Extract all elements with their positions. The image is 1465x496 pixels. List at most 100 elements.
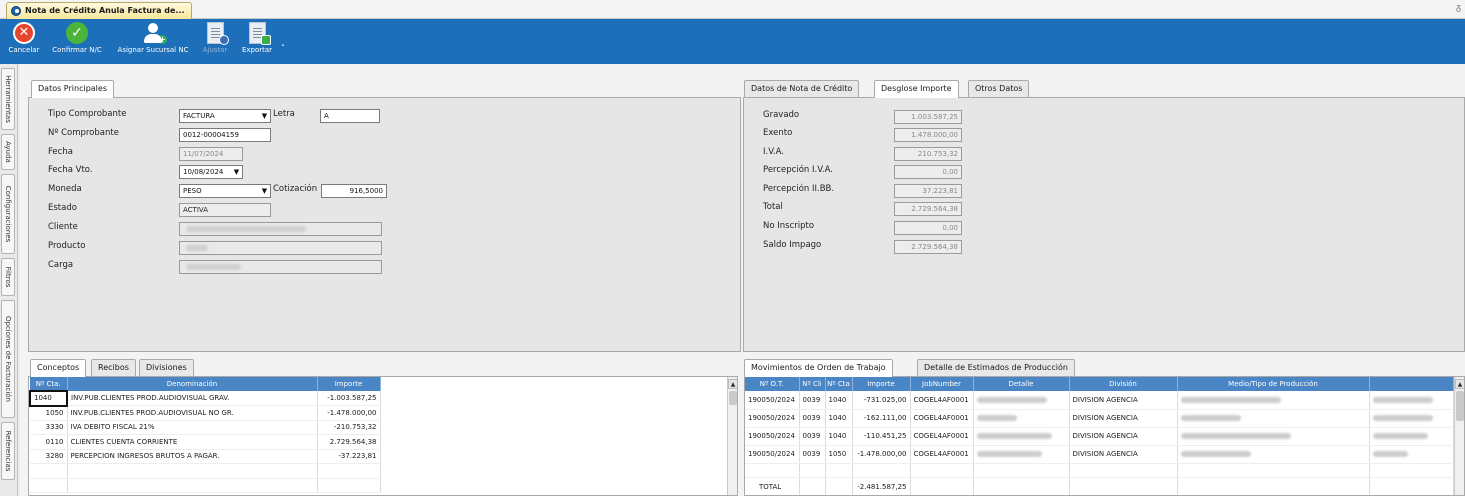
nro-comprobante-field[interactable]: 0012-00004159: [179, 128, 271, 142]
table-cell[interactable]: CLIENTES CUENTA CORRIENTE: [67, 434, 318, 450]
col-importe[interactable]: Importe: [317, 377, 381, 391]
producto-field[interactable]: [179, 241, 382, 255]
scroll-up-icon[interactable]: ▲: [728, 379, 737, 389]
table-row[interactable]: 190050/2024 0039 1050 -1.478.000,00 COGE…: [745, 445, 1454, 464]
conceptos-scrollbar[interactable]: ▲: [727, 377, 737, 495]
fecha-vto-picker[interactable]: 10/08/2024 ▼: [179, 165, 243, 179]
table-cell[interactable]: [973, 445, 1070, 464]
col-extra[interactable]: [1369, 377, 1454, 391]
table-cell[interactable]: -37.223,81: [317, 449, 381, 464]
table-cell[interactable]: COGEL4AF0001: [910, 391, 974, 410]
table-cell[interactable]: 190050/2024: [745, 445, 800, 464]
table-cell[interactable]: 1040: [825, 427, 853, 446]
tab-otros-datos[interactable]: Otros Datos: [968, 80, 1030, 97]
table-cell[interactable]: -110.451,25: [852, 427, 911, 446]
table-cell[interactable]: 1050: [30, 405, 68, 421]
tab-conceptos[interactable]: Conceptos: [30, 359, 87, 377]
table-cell[interactable]: [973, 391, 1070, 410]
table-cell[interactable]: -1.478.000,00: [852, 445, 911, 464]
table-row[interactable]: 3280 PERCEPCION INGRESOS BRUTOS A PAGAR.…: [30, 449, 381, 464]
table-cell[interactable]: INV.PUB.CLIENTES PROD.AUDIOVISUAL GRAV.: [67, 391, 318, 406]
table-cell[interactable]: 190050/2024: [745, 427, 800, 446]
tab-divisiones[interactable]: Divisiones: [139, 359, 194, 376]
table-cell[interactable]: -162.111,00: [852, 409, 911, 428]
table-cell[interactable]: PERCEPCION INGRESOS BRUTOS A PAGAR.: [67, 449, 318, 464]
table-row[interactable]: 190050/2024 0039 1040 -162.111,00 COGEL4…: [745, 409, 1454, 428]
table-cell[interactable]: 2.729.564,38: [317, 434, 381, 450]
col-division[interactable]: División: [1069, 377, 1178, 391]
table-row[interactable]: 190050/2024 0039 1040 -731.025,00 COGEL4…: [745, 391, 1454, 410]
table-cell[interactable]: 3330: [30, 420, 68, 435]
tab-datos-nota-credito[interactable]: Datos de Nota de Crédito: [744, 80, 860, 97]
movimientos-scrollbar[interactable]: ▲: [1454, 377, 1464, 495]
table-cell[interactable]: COGEL4AF0001: [910, 409, 974, 428]
table-cell[interactable]: DIVISION AGENCIA: [1069, 391, 1178, 410]
table-cell[interactable]: 3280: [30, 449, 68, 464]
scroll-thumb[interactable]: [1456, 391, 1464, 421]
table-cell[interactable]: [1369, 445, 1454, 464]
table-cell[interactable]: [1369, 391, 1454, 410]
side-tab-ayuda[interactable]: Ayuda: [1, 134, 15, 170]
side-tab-configuraciones[interactable]: Configuraciones: [1, 174, 15, 254]
tab-movimientos-ot[interactable]: Movimientos de Orden de Trabajo: [744, 359, 893, 377]
side-tab-opciones-facturacion[interactable]: Opciones de Facturación: [1, 300, 15, 418]
table-cell[interactable]: -1.003.587,25: [317, 391, 381, 406]
confirm-nc-button[interactable]: ✓ Confirmar N/C: [49, 22, 105, 62]
table-cell[interactable]: 190050/2024: [745, 391, 800, 410]
table-cell[interactable]: [1177, 409, 1370, 428]
table-cell[interactable]: IVA DEBITO FISCAL 21%: [67, 420, 318, 435]
col-jobnumber[interactable]: JobNumber: [910, 377, 974, 391]
tab-recibos[interactable]: Recibos: [91, 359, 136, 376]
cancel-button[interactable]: ✕ Cancelar: [6, 22, 42, 62]
table-cell[interactable]: 1050: [825, 445, 853, 464]
col-nro-cta[interactable]: Nº Cta: [825, 377, 853, 391]
table-cell[interactable]: DIVISION AGENCIA: [1069, 427, 1178, 446]
table-row[interactable]: [30, 478, 381, 493]
col-nro-cli[interactable]: Nº Cli: [799, 377, 826, 391]
table-cell[interactable]: 0039: [799, 409, 826, 428]
table-cell[interactable]: COGEL4AF0001: [910, 445, 974, 464]
table-cell[interactable]: 190050/2024: [745, 409, 800, 428]
table-cell[interactable]: 1040: [825, 409, 853, 428]
table-cell[interactable]: -1.478.000,00: [317, 405, 381, 421]
table-row[interactable]: [30, 463, 381, 479]
table-cell[interactable]: -210.753,32: [317, 420, 381, 435]
table-cell[interactable]: COGEL4AF0001: [910, 427, 974, 446]
table-cell[interactable]: 0039: [799, 391, 826, 410]
col-detalle[interactable]: Detalle: [973, 377, 1070, 391]
table-cell[interactable]: 0039: [799, 427, 826, 446]
table-cell[interactable]: 0110: [30, 434, 68, 450]
tab-detalle-estimados[interactable]: Detalle de Estimados de Producción: [917, 359, 1075, 376]
pin-icon[interactable]: ᵹ: [1456, 2, 1461, 13]
side-tab-referencias[interactable]: Referencias: [1, 422, 15, 480]
col-nro-ot[interactable]: Nº O.T.: [745, 377, 800, 391]
table-row[interactable]: 190050/2024 0039 1040 -110.451,25 COGEL4…: [745, 427, 1454, 446]
document-tab[interactable]: Nota de Crédito Anula Factura de...: [6, 2, 192, 19]
carga-field[interactable]: [179, 260, 382, 274]
table-row[interactable]: 3330 IVA DEBITO FISCAL 21% -210.753,32: [30, 420, 381, 435]
col-medio-tipo[interactable]: Medio/Tipo de Producción: [1177, 377, 1370, 391]
table-row[interactable]: 1050 INV.PUB.CLIENTES PROD.AUDIOVISUAL N…: [30, 405, 381, 421]
table-cell[interactable]: [973, 427, 1070, 446]
side-tab-herramientas[interactable]: Herramientas: [1, 68, 15, 130]
table-cell[interactable]: [1369, 427, 1454, 446]
table-cell[interactable]: [1177, 445, 1370, 464]
table-cell[interactable]: [1177, 391, 1370, 410]
table-cell[interactable]: 1040: [29, 390, 68, 407]
table-cell[interactable]: [1177, 427, 1370, 446]
table-cell[interactable]: DIVISION AGENCIA: [1069, 409, 1178, 428]
table-cell[interactable]: 0039: [799, 445, 826, 464]
table-row[interactable]: [745, 463, 1454, 478]
assign-branch-button[interactable]: + Asignar Sucursal NC: [113, 22, 193, 62]
cotizacion-field[interactable]: 916,5000: [321, 184, 387, 198]
col-importe[interactable]: Importe: [852, 377, 911, 391]
table-row[interactable]: 0110 CLIENTES CUENTA CORRIENTE 2.729.564…: [30, 434, 381, 450]
side-tab-filtros[interactable]: Filtros: [1, 258, 15, 296]
table-cell[interactable]: INV.PUB.CLIENTES PROD.AUDIOVISUAL NO GR.: [67, 405, 318, 421]
scroll-thumb[interactable]: [729, 391, 737, 405]
table-cell[interactable]: [1369, 409, 1454, 428]
table-cell[interactable]: [973, 409, 1070, 428]
col-denominacion[interactable]: Denominación: [67, 377, 318, 391]
cliente-field[interactable]: [179, 222, 382, 236]
moneda-select[interactable]: PESO ▼: [179, 184, 271, 198]
